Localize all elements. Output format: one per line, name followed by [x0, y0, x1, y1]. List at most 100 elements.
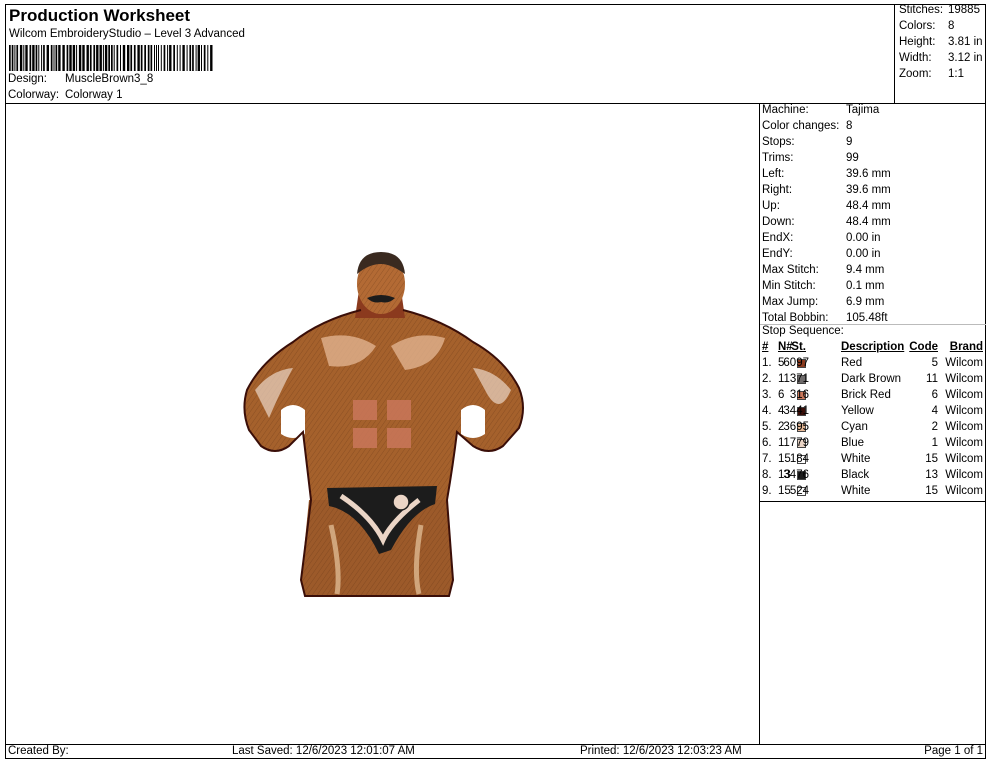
stop-sequence-row: 6. 1 1779 Blue 1 Wilcom: [760, 437, 986, 453]
stat-trims: Trims: 99: [762, 152, 859, 164]
thread-description: Dark Brown: [841, 373, 902, 385]
worksheet-footer: Created By: Last Saved: 12/6/2023 12:01:…: [5, 744, 986, 759]
thread-brand: Wilcom: [945, 405, 983, 417]
row-index: 6.: [762, 437, 772, 449]
design-preview-area: [5, 104, 760, 744]
stat-total-bobbin: Total Bobbin: 105.48ft: [762, 312, 888, 324]
stat-min-stitch: Min Stitch: 0.1 mm: [762, 280, 885, 292]
barcode-bar: [16, 45, 19, 71]
stop-sequence-header: # N# St. Description Code Brand: [762, 341, 983, 353]
stitch-count: 3441: [783, 405, 809, 417]
last-saved: Last Saved: 12/6/2023 12:01:07 AM: [232, 745, 415, 757]
barcode-bar: [32, 45, 35, 71]
colorway-value: Colorway 1: [65, 89, 123, 101]
thread-description: Black: [841, 469, 870, 481]
summary-width: Width: 3.12 in: [899, 52, 983, 64]
stat-left: Left: 39.6 mm: [762, 168, 891, 180]
barcode-bar: [201, 45, 202, 71]
thread-code: 5: [931, 357, 938, 369]
barcode-bar: [19, 45, 23, 71]
barcode-bar: [130, 45, 133, 71]
barcode-bar: [96, 45, 99, 71]
thread-brand: Wilcom: [945, 389, 983, 401]
needle-number: 11: [778, 373, 790, 385]
barcode-bar: [207, 45, 209, 71]
stitch-count: 524: [789, 485, 809, 497]
barcode-bar: [69, 45, 72, 71]
stop-sequence-row: 9. 15 524 White 15 Wilcom: [760, 485, 986, 501]
stop-sequence-row: 1. 5 6097 Red 5 Wilcom: [760, 357, 986, 373]
barcode-bar: [43, 45, 45, 71]
colorway-label: Colorway:: [8, 89, 60, 101]
summary-stitches: Stitches: 19885: [899, 4, 980, 16]
design-value: MuscleBrown3_8: [65, 73, 154, 85]
thread-code: 1: [931, 437, 938, 449]
barcode-bar: [179, 45, 181, 71]
software-name: Wilcom EmbroideryStudio – Level 3 Advanc…: [9, 28, 245, 40]
barcode-bar: [99, 45, 102, 71]
thread-description: White: [841, 485, 871, 497]
summary-zoom: Zoom: 1:1: [899, 68, 964, 80]
barcode-bar: [53, 45, 55, 71]
stop-sequence-row: 8. 13 3476 Black 13 Wilcom: [760, 469, 986, 485]
stop-sequence-row: 7. 15 184 White 15 Wilcom: [760, 453, 986, 469]
page-title: Production Worksheet: [9, 6, 191, 25]
thread-code: 4: [931, 405, 938, 417]
needle-number: 6: [778, 389, 785, 401]
embroidery-design-image: [243, 252, 524, 597]
barcode-bar: [176, 45, 178, 71]
barcode-bar: [150, 45, 153, 71]
thread-description: Red: [841, 357, 863, 369]
summary-colors: Colors: 8: [899, 20, 955, 32]
barcode-bar: [50, 45, 53, 71]
printed-date: Printed: 12/6/2023 12:03:23 AM: [580, 745, 742, 757]
thread-description: Blue: [841, 437, 865, 449]
thread-brand: Wilcom: [945, 357, 983, 369]
thread-brand: Wilcom: [945, 437, 983, 449]
row-index: 5.: [762, 421, 772, 433]
thread-description: Yellow: [841, 405, 874, 417]
barcode-bar: [46, 45, 49, 71]
barcode-bar: [116, 45, 119, 71]
stitch-count: 3476: [783, 469, 809, 481]
barcode-bar: [29, 45, 32, 71]
thread-brand: Wilcom: [945, 485, 983, 497]
summary-height: Height: 3.81 in: [899, 36, 983, 48]
stat-endx: EndX: 0.00 in: [762, 232, 881, 244]
thread-code: 6: [931, 389, 938, 401]
stat-stops: Stops: 9: [762, 136, 853, 148]
barcode-bar: [62, 45, 65, 71]
stop-sequence-row: 4. 4 3441 Yellow 4 Wilcom: [760, 405, 986, 421]
barcode-bar: [111, 45, 113, 71]
stop-sequence-title: Stop Sequence:: [762, 325, 844, 337]
stitch-count: 371: [789, 373, 809, 385]
summary-box: Stitches: 19885 Colors: 8 Height: 3.81 in W…: [894, 4, 986, 104]
barcode-bar: [192, 45, 194, 71]
barcode-bar: [113, 45, 115, 71]
barcode-bar: [23, 45, 25, 71]
thread-brand: Wilcom: [945, 453, 983, 465]
barcode-bar: [195, 45, 197, 71]
row-index: 1.: [762, 357, 772, 369]
barcode-bar: [122, 45, 126, 71]
thread-brand: Wilcom: [945, 373, 983, 385]
thread-code: 15: [925, 453, 938, 465]
row-index: 2.: [762, 373, 772, 385]
barcode-bar: [89, 45, 92, 71]
barcode-bar: [104, 45, 108, 71]
barcode-bar: [108, 45, 110, 71]
thread-code: 2: [931, 421, 938, 433]
stat-max-jump: Max Jump: 6.9 mm: [762, 296, 885, 308]
row-index: 8.: [762, 469, 772, 481]
stop-sequence-row: 2. 11 371 Dark Brown 11 Wilcom: [760, 373, 986, 389]
barcode-bar: [158, 45, 159, 71]
thread-description: Brick Red: [841, 389, 891, 401]
barcode-bar: [86, 45, 89, 71]
design-label: Design:: [8, 73, 47, 85]
thread-code: 15: [925, 485, 938, 497]
barcode-bar: [25, 45, 28, 71]
stitch-count: 184: [789, 453, 809, 465]
barcode-bar: [173, 45, 175, 71]
barcode-bar: [144, 45, 146, 71]
barcode-bar: [38, 45, 40, 71]
